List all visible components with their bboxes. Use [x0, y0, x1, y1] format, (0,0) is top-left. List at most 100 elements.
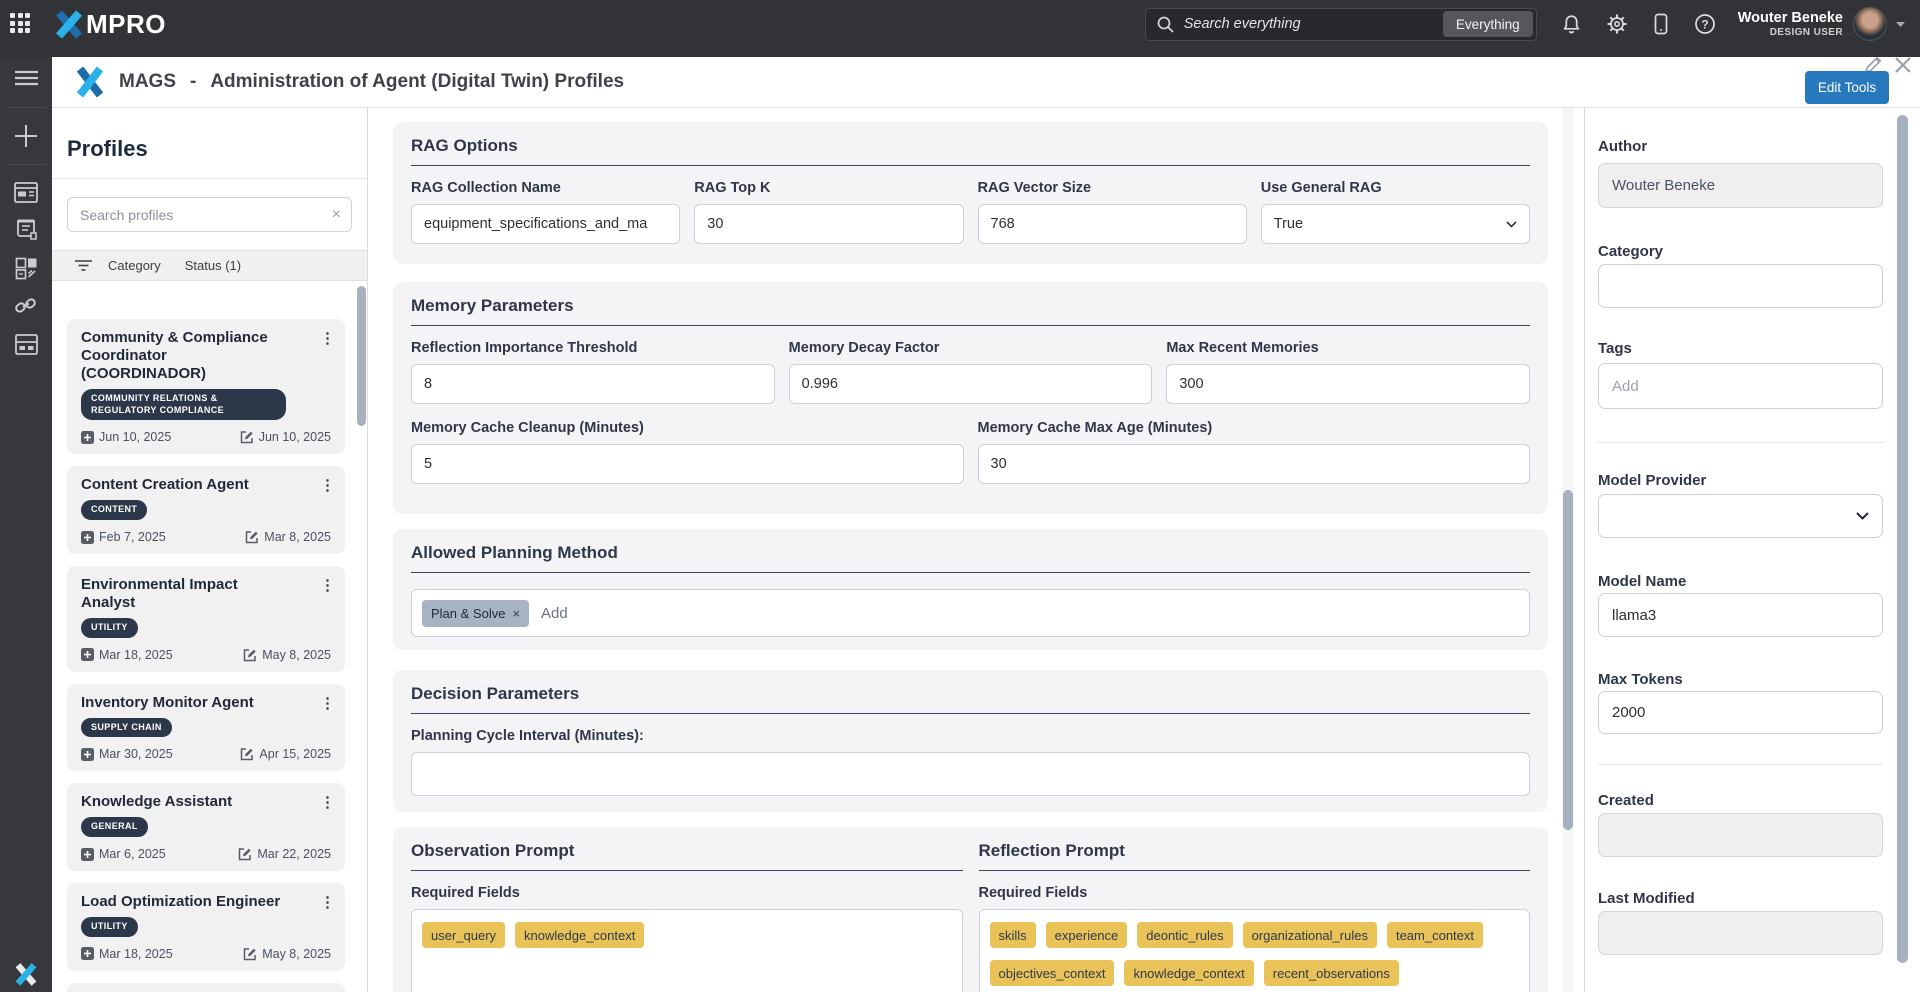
use-general-rag-select[interactable]: True	[1261, 204, 1530, 244]
profiles-panel: Profiles Search profiles × Category Stat…	[52, 108, 368, 992]
top-bar: MPRO Search everything Everything	[0, 0, 1920, 57]
required-field-tag[interactable]: deontic_rules	[1137, 922, 1232, 948]
xmpro-footer-logo	[14, 962, 38, 986]
required-field-tag[interactable]: experience	[1046, 922, 1128, 948]
apps-grid-icon[interactable]	[10, 13, 32, 35]
settings-gear-icon[interactable]	[1606, 13, 1628, 35]
nav-connections-icon[interactable]	[0, 287, 52, 325]
section-title: Allowed Planning Method	[411, 543, 1530, 563]
planning-cycle-interval-input[interactable]	[411, 752, 1530, 796]
created-icon	[81, 648, 94, 661]
add-new-icon[interactable]	[0, 116, 52, 156]
reflection-importance-threshold-input[interactable]: 8	[411, 364, 775, 404]
kebab-menu-icon[interactable]: ⋮	[320, 476, 335, 494]
memory-decay-factor-input[interactable]: 0.996	[789, 364, 1153, 404]
xmpro-logo[interactable]: MPRO	[54, 9, 166, 40]
avatar[interactable]	[1853, 7, 1887, 41]
model-provider-select[interactable]	[1598, 494, 1883, 538]
field-label: Use General RAG	[1261, 180, 1530, 196]
category-badge: UTILITY	[81, 917, 138, 937]
required-field-tag[interactable]: objectives_context	[990, 960, 1115, 986]
max-tokens-input[interactable]: 2000	[1598, 691, 1883, 734]
nav-app-designer-icon[interactable]	[0, 173, 52, 211]
filter-status[interactable]: Status (1)	[185, 258, 241, 273]
profiles-scrollbar[interactable]	[357, 286, 366, 426]
memory-cache-max-age-input[interactable]: 30	[978, 444, 1531, 484]
main-scrollbar[interactable]	[1563, 490, 1573, 830]
rag-vector-size-input[interactable]: 768	[978, 204, 1247, 244]
filter-category[interactable]: Category	[108, 258, 161, 273]
filter-icon[interactable]	[75, 259, 92, 272]
kebab-menu-icon[interactable]: ⋮	[320, 329, 335, 347]
profile-card[interactable]: Environmental Impact Analyst⋮UTILITYMar …	[67, 566, 345, 672]
created-date: Mar 18, 2025	[99, 947, 173, 961]
notifications-bell-icon[interactable]	[1561, 13, 1582, 35]
search-scope-button[interactable]: Everything	[1443, 11, 1533, 37]
section-allowed-planning-method: Allowed Planning Method Plan & Solve× Ad…	[393, 529, 1548, 650]
category-badge: COMMUNITY RELATIONS & REGULATORY COMPLIA…	[81, 389, 286, 420]
profile-card-partial[interactable]	[67, 983, 345, 992]
modified-date: May 8, 2025	[262, 947, 331, 961]
modified-date: May 8, 2025	[262, 648, 331, 662]
chevron-down-icon	[1856, 512, 1869, 520]
profile-card[interactable]: Inventory Monitor Agent⋮SUPPLY CHAINMar …	[67, 684, 345, 772]
profile-card[interactable]: Content Creation Agent⋮CONTENTFeb 7, 202…	[67, 466, 345, 554]
tags-input[interactable]: Add	[1598, 363, 1883, 409]
modified-icon	[240, 747, 254, 761]
required-field-tag[interactable]: user_query	[422, 922, 505, 948]
user-menu[interactable]: Wouter Beneke DESIGN USER	[1738, 9, 1843, 40]
observation-required-fields[interactable]: user_query knowledge_context	[411, 909, 963, 992]
filter-bar: Category Status (1)	[52, 250, 367, 281]
close-icon[interactable]	[1893, 55, 1913, 75]
rag-collection-name-input[interactable]: equipment_specifications_and_ma	[411, 204, 680, 244]
nav-blocks-icon[interactable]	[0, 249, 52, 287]
user-caret-icon[interactable]	[1895, 21, 1906, 28]
planning-method-input[interactable]: Plan & Solve× Add	[411, 589, 1530, 637]
category-badge: SUPPLY CHAIN	[81, 718, 172, 738]
menu-hamburger-icon[interactable]	[0, 57, 52, 99]
nav-calculator-icon[interactable]	[0, 325, 52, 363]
model-name-input[interactable]: llama3	[1598, 593, 1883, 637]
search-icon	[1156, 15, 1175, 34]
reflection-required-fields[interactable]: skills experience deontic_rules organizatio…	[979, 909, 1531, 992]
clear-search-icon[interactable]: ×	[332, 206, 341, 224]
category-input[interactable]	[1598, 264, 1883, 308]
profiles-search-input[interactable]: Search profiles ×	[67, 197, 352, 232]
field-label: Planning Cycle Interval (Minutes):	[411, 728, 1530, 744]
xmpro-logo-text: MPRO	[86, 9, 166, 40]
modified-icon	[238, 847, 252, 861]
profile-card-title: Knowledge Assistant	[81, 793, 331, 811]
profile-card[interactable]: Load Optimization Engineer⋮UTILITYMar 18…	[67, 883, 345, 971]
rag-top-k-input[interactable]: 30	[694, 204, 963, 244]
global-search[interactable]: Search everything Everything	[1145, 8, 1537, 41]
edit-tools-button[interactable]: Edit Tools	[1805, 71, 1889, 104]
field-label: RAG Top K	[694, 180, 963, 196]
kebab-menu-icon[interactable]: ⋮	[320, 793, 335, 811]
nav-data-streams-icon[interactable]	[0, 211, 52, 249]
required-field-tag[interactable]: skills	[990, 922, 1036, 948]
created-icon	[81, 748, 94, 761]
model-name-label: Model Name	[1598, 573, 1883, 590]
required-field-tag[interactable]: knowledge_context	[1124, 960, 1253, 986]
profile-card-title: Content Creation Agent	[81, 476, 331, 494]
profile-card[interactable]: Knowledge Assistant⋮GENERALMar 6, 2025Ma…	[67, 783, 345, 871]
required-field-tag[interactable]: recent_observations	[1264, 960, 1399, 986]
memory-cache-cleanup-input[interactable]: 5	[411, 444, 964, 484]
required-field-tag[interactable]: organizational_rules	[1243, 922, 1377, 948]
kebab-menu-icon[interactable]: ⋮	[320, 694, 335, 712]
page-title: Administration of Agent (Digital Twin) P…	[210, 71, 624, 93]
required-field-tag[interactable]: knowledge_context	[515, 922, 644, 948]
max-recent-memories-input[interactable]: 300	[1166, 364, 1530, 404]
help-icon[interactable]: ?	[1694, 13, 1716, 35]
remove-chip-icon[interactable]: ×	[512, 606, 520, 621]
profiles-title: Profiles	[67, 136, 367, 162]
profile-card[interactable]: Community & Compliance Coordinator (COOR…	[67, 319, 345, 454]
mobile-device-icon[interactable]	[1652, 13, 1670, 35]
planning-method-chip[interactable]: Plan & Solve×	[422, 600, 529, 627]
metadata-scrollbar[interactable]	[1897, 115, 1908, 963]
required-field-tag[interactable]: team_context	[1387, 922, 1483, 948]
kebab-menu-icon[interactable]: ⋮	[320, 576, 335, 594]
kebab-menu-icon[interactable]: ⋮	[320, 893, 335, 911]
profile-card-title: Environmental Impact Analyst	[81, 576, 331, 612]
modified-date: Apr 15, 2025	[259, 747, 331, 761]
